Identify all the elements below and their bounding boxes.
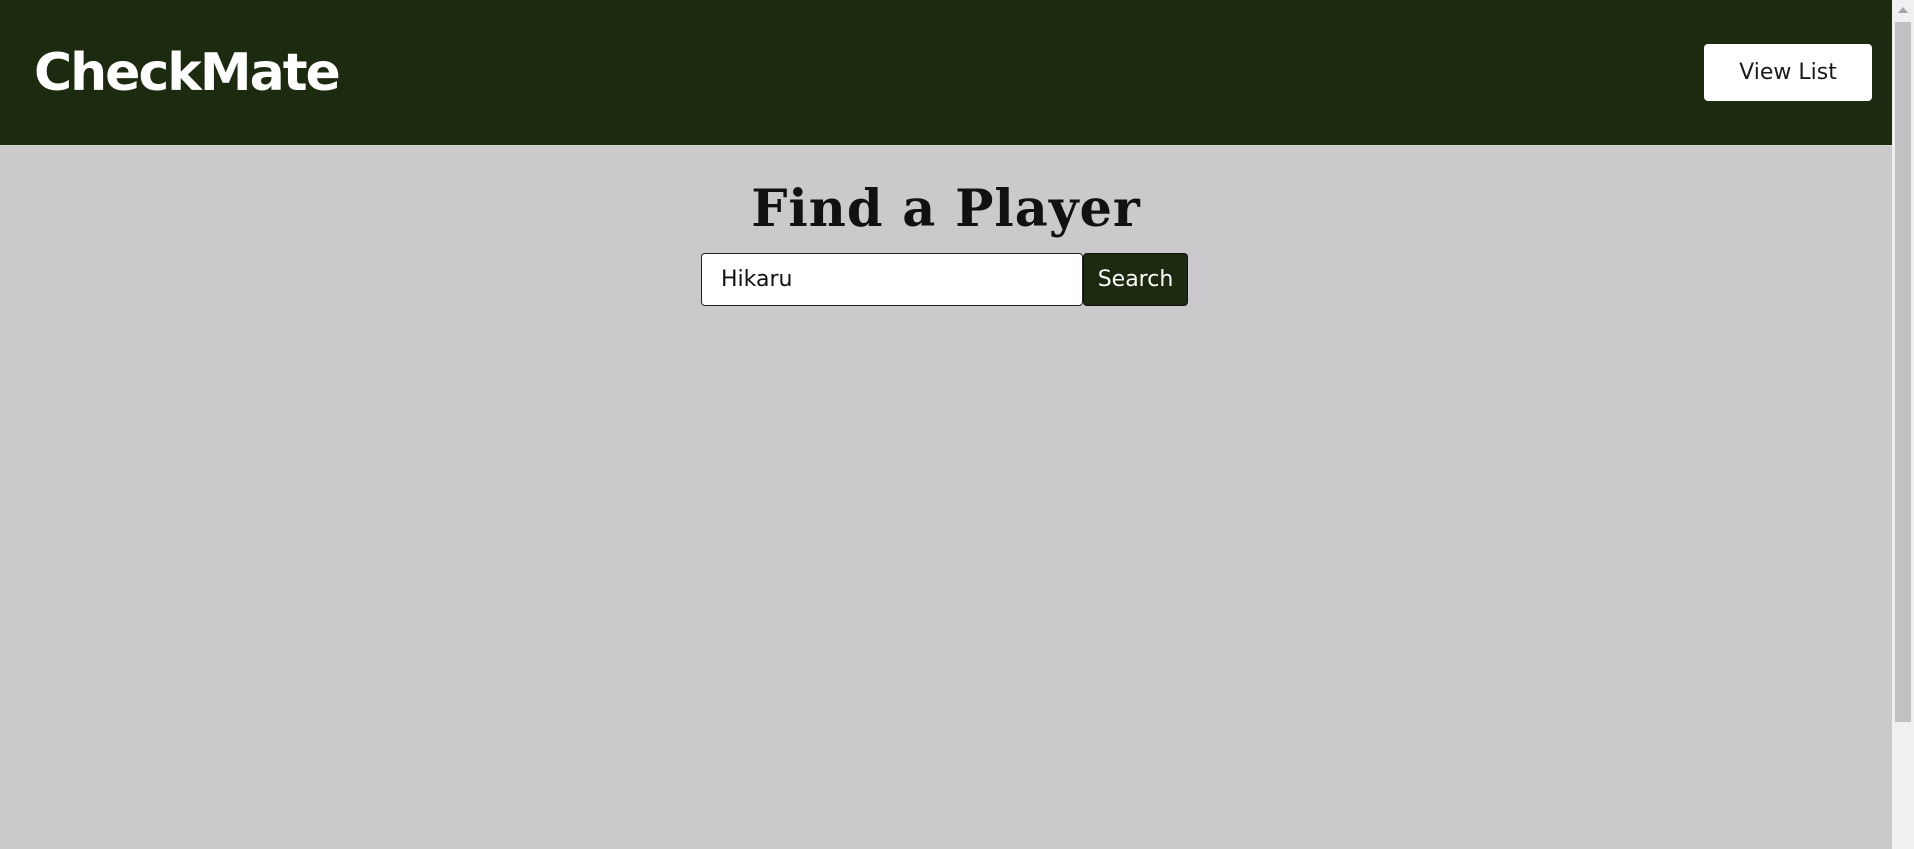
- checkmate-logo[interactable]: CheckMate: [34, 39, 341, 107]
- page-title: Find a Player: [751, 179, 1141, 239]
- top-header: CheckMate View List: [0, 0, 1892, 146]
- scrollbar-thumb[interactable]: [1895, 22, 1911, 722]
- app-window: CheckMate View List Find a Player Search: [0, 0, 1892, 849]
- vertical-scrollbar[interactable]: [1892, 0, 1914, 849]
- search-button[interactable]: Search: [1083, 253, 1188, 306]
- player-search-input[interactable]: [701, 253, 1083, 306]
- scroll-up-arrow-icon[interactable]: [1898, 7, 1908, 13]
- view-list-button[interactable]: View List: [1704, 44, 1872, 101]
